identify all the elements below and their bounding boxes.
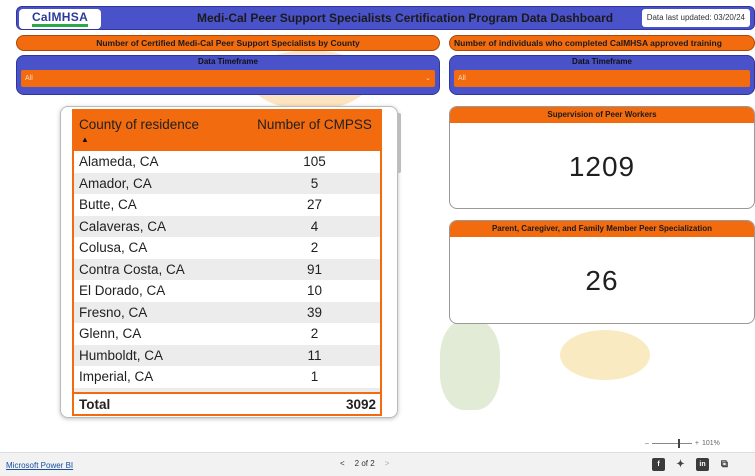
poppy-decoration — [440, 320, 500, 410]
calmhsa-logo: CalMHSA — [19, 9, 101, 29]
table-row[interactable]: Colusa, CA 2 — [74, 237, 380, 259]
table-row[interactable]: Contra Costa, CA 91 — [74, 258, 380, 280]
table-row[interactable]: Imperial, CA 1 — [74, 366, 380, 388]
dropdown-value: All — [458, 75, 466, 82]
county-cell: Fresno, CA — [79, 304, 148, 320]
kpi-card-family-peer: Parent, Caregiver, and Family Member Pee… — [449, 220, 755, 324]
kpi-card-title: Parent, Caregiver, and Family Member Pee… — [450, 221, 754, 237]
county-cell: El Dorado, CA — [79, 283, 166, 299]
table-scrollbar[interactable] — [397, 113, 401, 173]
sort-ascending-icon: ▲ — [81, 135, 89, 144]
filter-label: Data Timeframe — [198, 57, 258, 66]
count-cell: 105 — [303, 154, 326, 170]
zoom-in-icon[interactable]: + — [695, 440, 699, 447]
timeframe-dropdown[interactable]: All ⌄ — [21, 70, 435, 87]
count-cell: 2 — [310, 240, 319, 256]
table-row[interactable]: Humboldt, CA 11 — [74, 344, 380, 366]
table-total-row: Total 3092 — [74, 392, 380, 414]
table-body: Alameda, CA 105 Amador, CA 5 Butte, CA 27 Cala… — [74, 151, 380, 409]
column-header-label: County of residence — [79, 117, 200, 132]
filter-label: Data Timeframe — [572, 57, 632, 66]
county-cell: Humboldt, CA — [79, 347, 164, 363]
left-timeframe-filter: Data Timeframe All ⌄ — [16, 55, 440, 95]
next-page-icon[interactable]: > — [385, 459, 390, 468]
county-cell: Calaveras, CA — [79, 218, 167, 234]
county-cell: Butte, CA — [79, 197, 137, 213]
count-cell: 2 — [310, 326, 319, 342]
table-header: County of residence ▲ Number of CMPSS — [74, 111, 380, 151]
dropdown-value: All — [25, 75, 33, 82]
report-canvas: CalMHSA Medi-Cal Peer Support Specialist… — [0, 0, 755, 452]
page-title: Medi-Cal Peer Support Specialists Certif… — [197, 11, 614, 25]
count-cell: 4 — [310, 218, 319, 234]
county-cell: Imperial, CA — [79, 369, 154, 385]
count-cell: 27 — [306, 197, 323, 213]
previous-page-icon[interactable]: < — [340, 459, 345, 468]
county-table: County of residence ▲ Number of CMPSS Al… — [60, 106, 401, 418]
page-indicator: 2 of 2 — [354, 459, 375, 468]
right-panel-heading: Number of individuals who completed CalM… — [449, 35, 755, 51]
zoom-slider[interactable] — [651, 439, 692, 448]
zoom-level: 101% — [702, 440, 720, 447]
zoom-control[interactable]: – + 101% — [645, 439, 720, 448]
share-icons: f ✦ in ⧉ — [652, 458, 731, 471]
footer-bar: Microsoft Power BI < 2 of 2 > f ✦ in ⧉ — [0, 452, 755, 476]
kpi-card-title: Supervision of Peer Workers — [450, 107, 754, 123]
county-cell: Amador, CA — [79, 175, 152, 191]
right-timeframe-filter: Data Timeframe All — [449, 55, 755, 95]
county-cell: Contra Costa, CA — [79, 261, 185, 277]
chevron-down-icon: ⌄ — [425, 75, 431, 82]
table-row[interactable]: El Dorado, CA 10 — [74, 280, 380, 302]
table-row[interactable]: Calaveras, CA 4 — [74, 215, 380, 237]
power-bi-link[interactable]: Microsoft Power BI — [6, 461, 73, 470]
county-cell: Colusa, CA — [79, 240, 148, 256]
zoom-slider-handle[interactable] — [677, 439, 680, 448]
county-cell: Glenn, CA — [79, 326, 142, 342]
count-cell: 11 — [307, 347, 322, 363]
twitter-icon[interactable]: ✦ — [674, 458, 687, 471]
column-header-count[interactable]: Number of CMPSS — [249, 111, 380, 151]
last-updated-label: Data last updated: 03/20/24 — [641, 9, 750, 27]
facebook-icon[interactable]: f — [652, 458, 665, 471]
table-row[interactable]: Alameda, CA 105 — [74, 151, 380, 173]
linkedin-icon[interactable]: in — [696, 458, 709, 471]
column-header-county[interactable]: County of residence ▲ — [74, 111, 249, 151]
left-panel-heading: Number of Certified Medi-Cal Peer Suppor… — [16, 35, 440, 51]
count-cell: 39 — [306, 304, 323, 320]
table-row[interactable]: Fresno, CA 39 — [74, 301, 380, 323]
table-frame: County of residence ▲ Number of CMPSS Al… — [72, 109, 382, 416]
zoom-out-icon[interactable]: – — [645, 440, 649, 447]
count-cell: 91 — [306, 261, 323, 277]
timeframe-dropdown[interactable]: All — [454, 70, 750, 87]
total-value: 3092 — [345, 396, 376, 412]
logo-underline — [32, 24, 88, 27]
table-row[interactable]: Butte, CA 27 — [74, 194, 380, 216]
total-label: Total — [79, 396, 111, 412]
table-row[interactable]: Amador, CA 5 — [74, 172, 380, 194]
kpi-card-supervision: Supervision of Peer Workers 1209 — [449, 106, 755, 209]
table-row[interactable]: Glenn, CA 2 — [74, 323, 380, 345]
kpi-card-value: 1209 — [568, 151, 636, 182]
poppy-decoration — [560, 330, 650, 380]
logo-text: CalMHSA — [31, 10, 89, 24]
count-cell: 10 — [306, 283, 323, 299]
count-cell: 1 — [310, 369, 319, 385]
fullscreen-icon[interactable]: ⧉ — [718, 458, 731, 471]
county-cell: Alameda, CA — [79, 154, 159, 170]
title-bar: CalMHSA Medi-Cal Peer Support Specialist… — [16, 6, 755, 30]
page-navigator: < 2 of 2 > — [340, 459, 389, 468]
count-cell: 5 — [310, 175, 319, 191]
kpi-card-value: 26 — [585, 265, 619, 296]
